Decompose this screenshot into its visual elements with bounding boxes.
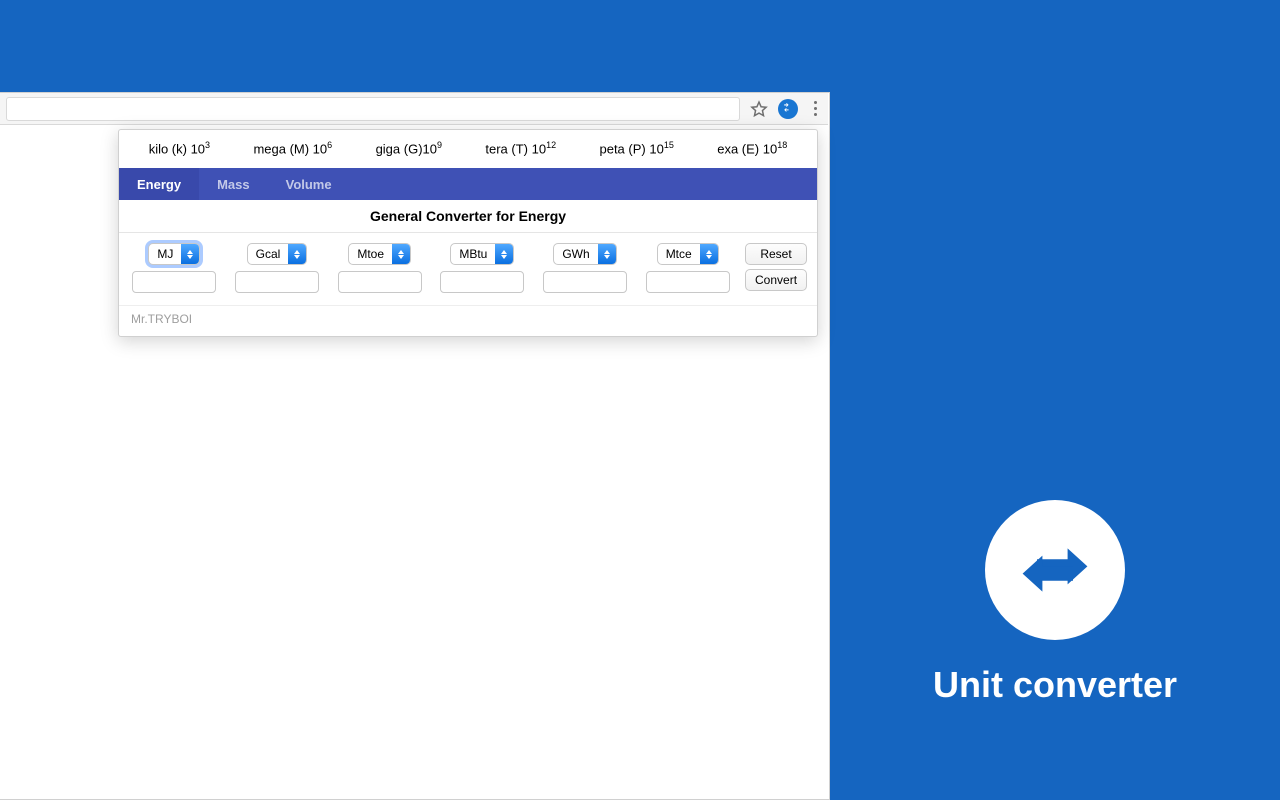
browser-toolbar (0, 93, 828, 125)
popup-footer: Mr.TRYBOI (119, 305, 817, 336)
value-input-1[interactable] (235, 271, 319, 293)
prefix-peta: peta (P) 1015 (599, 140, 673, 156)
value-input-0[interactable] (132, 271, 216, 293)
unit-col-4: GWh (540, 243, 631, 293)
unit-col-0: MJ (129, 243, 220, 293)
reset-button[interactable]: Reset (745, 243, 807, 265)
extension-icon[interactable] (778, 99, 798, 119)
unit-col-1: Gcal (232, 243, 323, 293)
unit-select-4[interactable]: GWh (553, 243, 616, 265)
prefix-giga: giga (G)109 (376, 140, 442, 156)
bookmark-star-icon[interactable] (750, 100, 768, 118)
tab-volume[interactable]: Volume (268, 168, 350, 200)
value-input-2[interactable] (338, 271, 422, 293)
brand-title: Unit converter (933, 664, 1177, 706)
si-prefix-row: kilo (k) 103 mega (M) 106 giga (G)109 te… (119, 130, 817, 168)
page-area: kilo (k) 103 mega (M) 106 giga (G)109 te… (0, 92, 830, 800)
tab-energy[interactable]: Energy (119, 168, 199, 200)
unit-col-3: MBtu (437, 243, 528, 293)
action-buttons: Reset Convert (745, 243, 807, 291)
prefix-kilo: kilo (k) 103 (149, 140, 210, 156)
value-input-5[interactable] (646, 271, 730, 293)
branding-block: Unit converter (830, 500, 1280, 706)
kebab-menu-icon[interactable] (808, 101, 822, 116)
unit-col-2: Mtoe (334, 243, 425, 293)
prefix-tera: tera (T) 1012 (485, 140, 556, 156)
unit-select-5[interactable]: Mtce (657, 243, 719, 265)
unit-select-2[interactable]: Mtoe (348, 243, 411, 265)
swap-arrows-icon (985, 500, 1125, 640)
unit-select-3[interactable]: MBtu (450, 243, 514, 265)
section-title: General Converter for Energy (119, 200, 817, 233)
tab-mass[interactable]: Mass (199, 168, 268, 200)
converter-columns: MJ Gcal Mtoe MBtu (119, 233, 817, 305)
prefix-mega: mega (M) 106 (253, 140, 332, 156)
unit-col-5: Mtce (642, 243, 733, 293)
converter-popup: kilo (k) 103 mega (M) 106 giga (G)109 te… (118, 129, 818, 337)
convert-button[interactable]: Convert (745, 269, 807, 291)
value-input-4[interactable] (543, 271, 627, 293)
prefix-exa: exa (E) 1018 (717, 140, 787, 156)
address-bar[interactable] (6, 97, 740, 121)
category-tabs: Energy Mass Volume (119, 168, 817, 200)
value-input-3[interactable] (440, 271, 524, 293)
unit-select-1[interactable]: Gcal (247, 243, 308, 265)
unit-select-0[interactable]: MJ (148, 243, 200, 265)
